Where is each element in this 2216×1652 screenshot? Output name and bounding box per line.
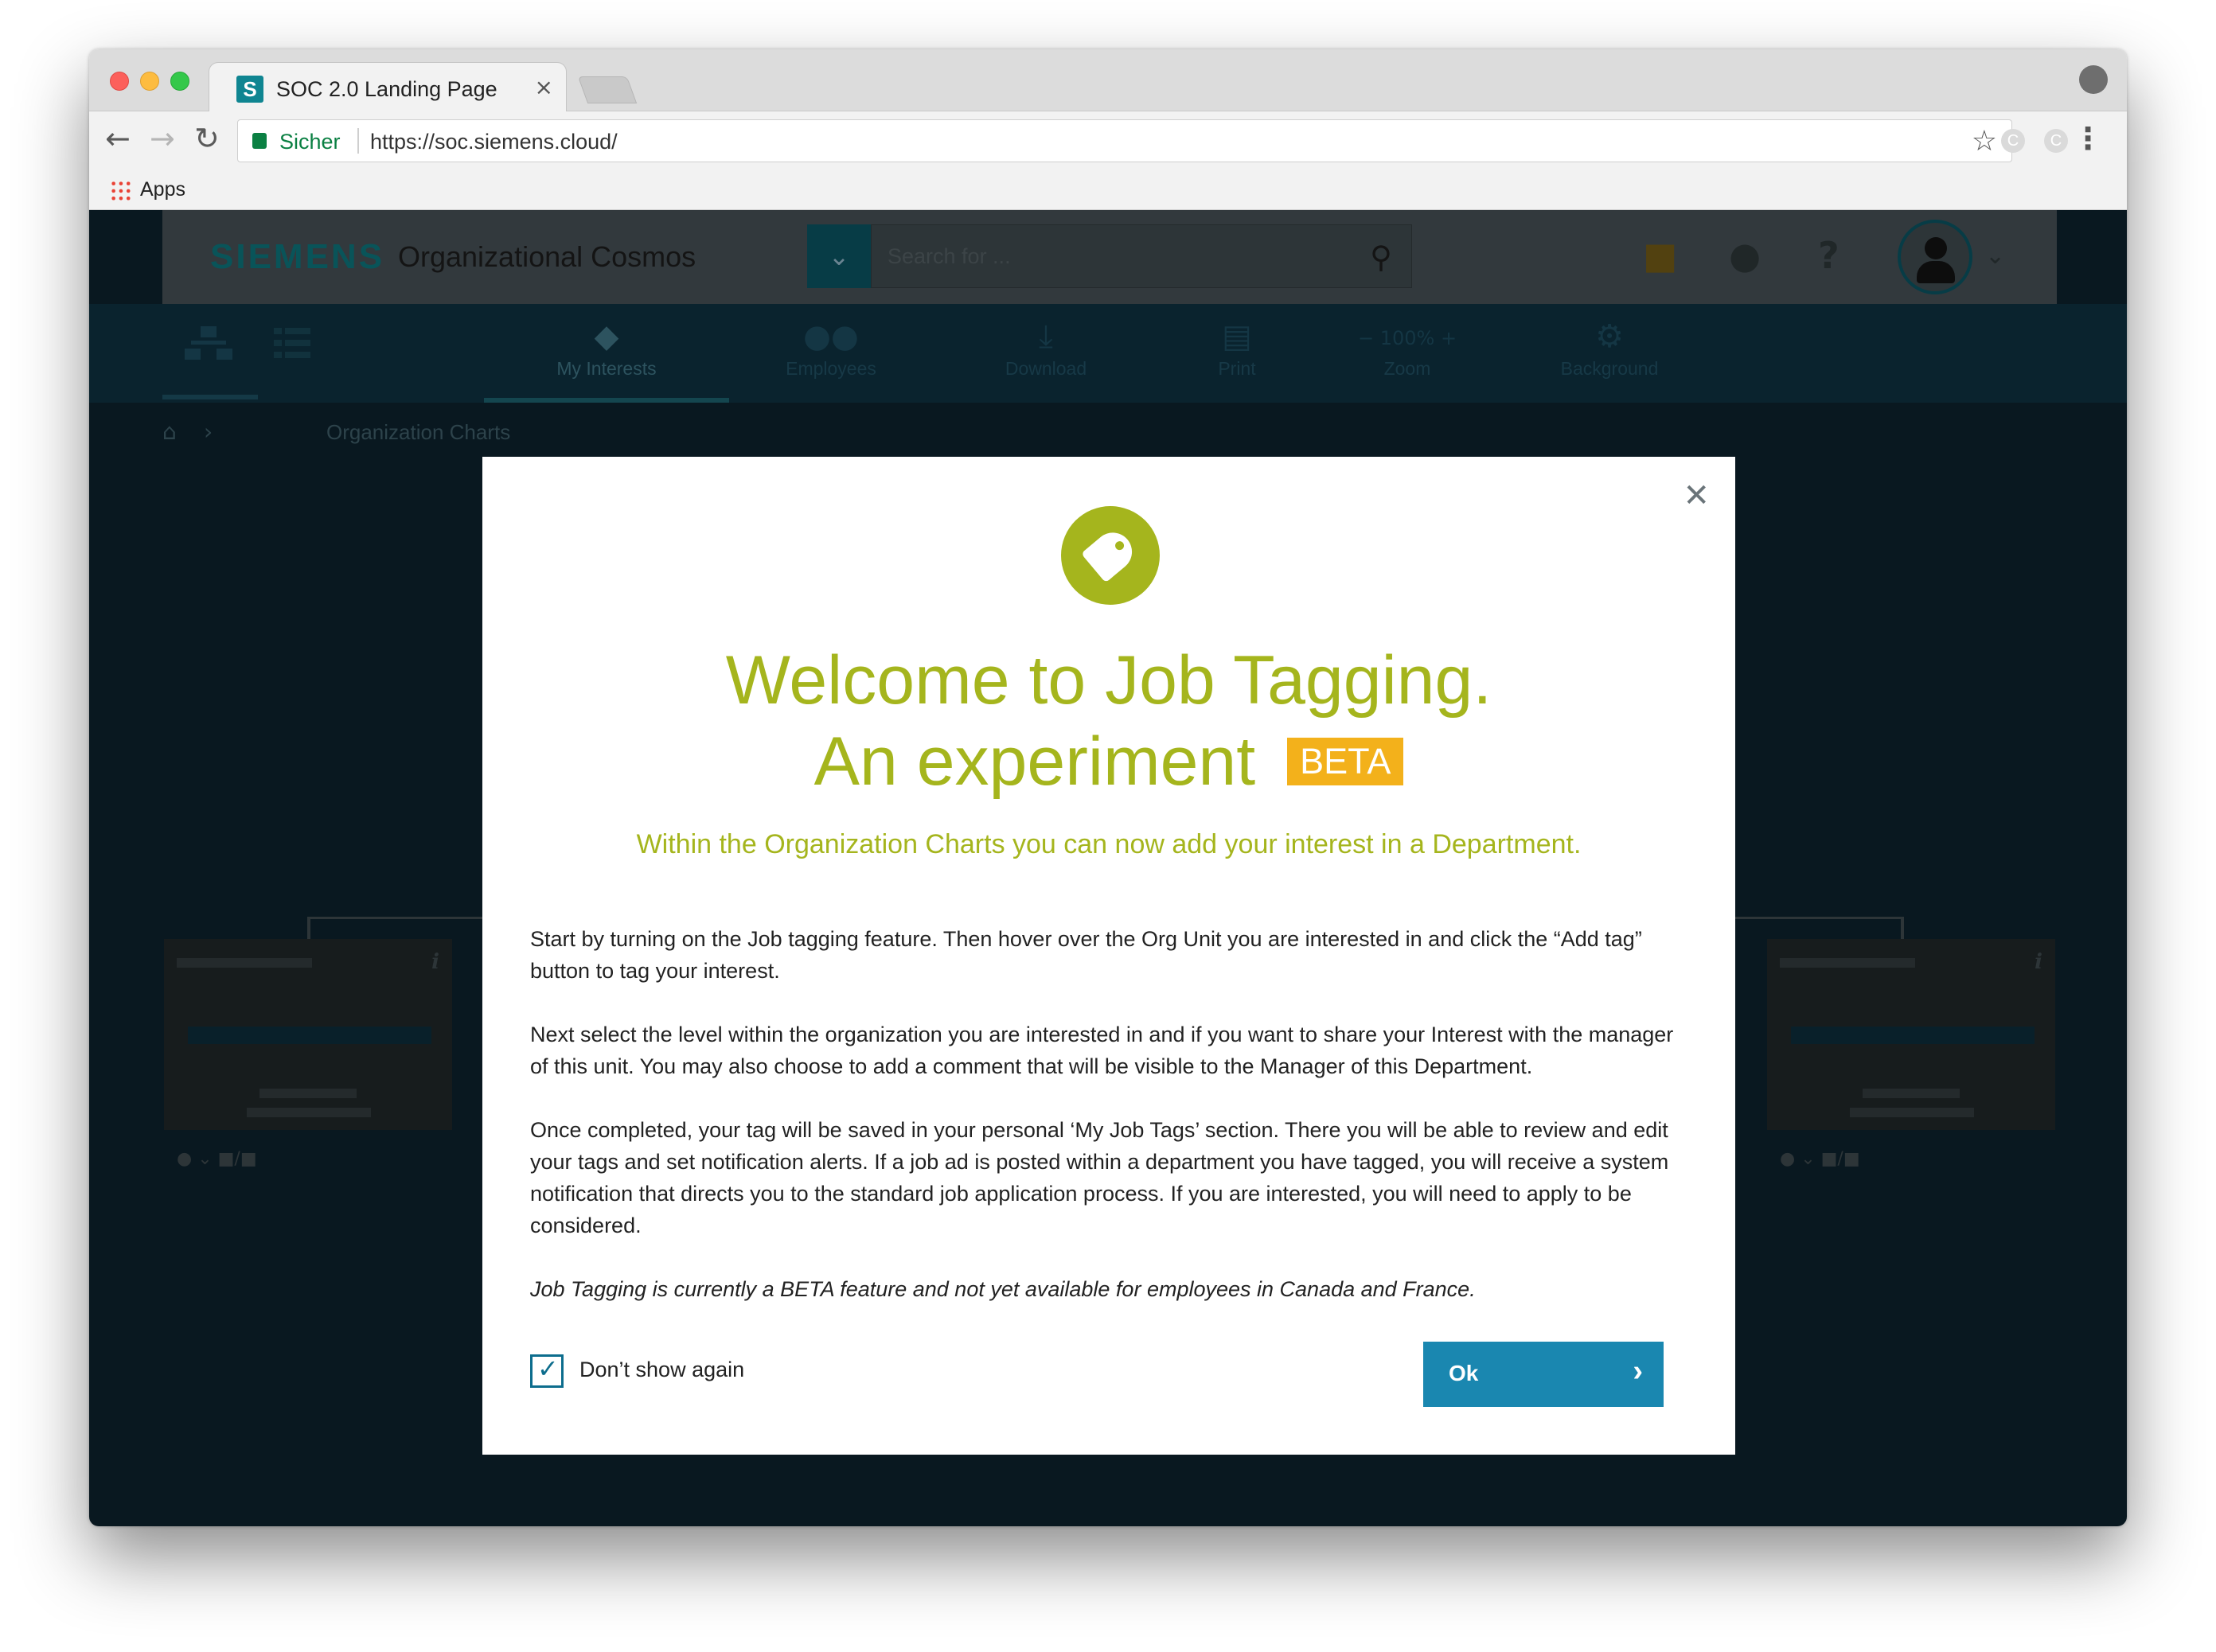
browser-menu-icon[interactable]: ⋮ <box>2073 121 2103 156</box>
extension-icon-2[interactable]: C <box>2044 129 2068 153</box>
dont-show-again-checkbox[interactable]: ✓ <box>530 1354 564 1388</box>
minimize-window-button[interactable] <box>140 72 159 91</box>
back-arrow-icon[interactable]: ← <box>105 123 131 154</box>
siemens-favicon-icon: S <box>236 76 263 103</box>
bookmarks-bar: Apps <box>89 169 2127 210</box>
ok-button-label: Ok <box>1449 1361 1479 1385</box>
url-divider <box>357 128 359 154</box>
reload-icon[interactable]: ↻ <box>194 123 220 154</box>
dont-show-again-label[interactable]: Don’t show again <box>579 1358 744 1382</box>
modal-title: Welcome to Job Tagging. An experiment BET… <box>482 640 1735 802</box>
secure-label: Sicher <box>279 130 341 154</box>
maximize-window-button[interactable] <box>170 72 189 91</box>
lock-icon <box>252 133 267 149</box>
tab-close-icon[interactable]: × <box>535 74 553 100</box>
modal-body: Start by turning on the Job tagging feat… <box>530 923 1692 1337</box>
url-text[interactable]: https://soc.siemens.cloud/ <box>370 130 618 154</box>
tab-strip: S SOC 2.0 Landing Page × <box>89 49 2127 113</box>
forward-arrow-icon[interactable]: → <box>150 123 175 154</box>
browser-window: S SOC 2.0 Landing Page × ← → ↻ Sicher ht… <box>89 49 2127 1526</box>
new-tab-button[interactable] <box>577 76 638 103</box>
modal-title-line1: Welcome to Job Tagging. <box>725 642 1492 719</box>
beta-note: Job Tagging is currently a BETA feature … <box>530 1277 1476 1301</box>
extension-icon[interactable]: C <box>2001 129 2025 153</box>
page-content: SIEMENS Organizational Cosmos ⌄ Search f… <box>89 210 2127 1526</box>
close-icon[interactable]: ✕ <box>1683 477 1710 514</box>
tab-title: SOC 2.0 Landing Page <box>276 77 497 101</box>
checkmark-icon: ✓ <box>537 1354 559 1384</box>
beta-badge: BETA <box>1287 738 1404 786</box>
body-paragraph: Start by turning on the Job tagging feat… <box>530 927 1642 983</box>
close-window-button[interactable] <box>110 72 129 91</box>
chevron-right-icon: › <box>1633 1354 1643 1388</box>
apps-grid-icon[interactable] <box>110 180 132 202</box>
bookmark-star-icon[interactable]: ☆ <box>1972 125 1997 158</box>
ok-button[interactable]: Ok › <box>1423 1342 1664 1407</box>
tag-shape <box>1081 524 1140 583</box>
profile-icon[interactable] <box>2079 65 2108 94</box>
modal-title-line2-wrap: An experiment BETA <box>814 721 1404 802</box>
tag-hole <box>1113 539 1126 552</box>
modal-title-line2: An experiment <box>813 723 1256 800</box>
modal-subtitle: Within the Organization Charts you can n… <box>636 829 1582 859</box>
body-paragraph: Next select the level within the organiz… <box>530 1023 1674 1078</box>
job-tagging-modal: ✕ Welcome to Job Tagging. An experiment B… <box>482 457 1735 1455</box>
address-bar[interactable]: Sicher https://soc.siemens.cloud/ ☆ <box>237 119 2012 162</box>
browser-toolbar: ← → ↻ Sicher https://soc.siemens.cloud/ … <box>89 111 2127 169</box>
tag-icon <box>1061 506 1160 605</box>
bookmark-apps[interactable]: Apps <box>140 178 185 201</box>
tab-soc-landing[interactable]: S SOC 2.0 Landing Page × <box>209 62 567 113</box>
body-paragraph: Once completed, your tag will be saved i… <box>530 1118 1669 1237</box>
